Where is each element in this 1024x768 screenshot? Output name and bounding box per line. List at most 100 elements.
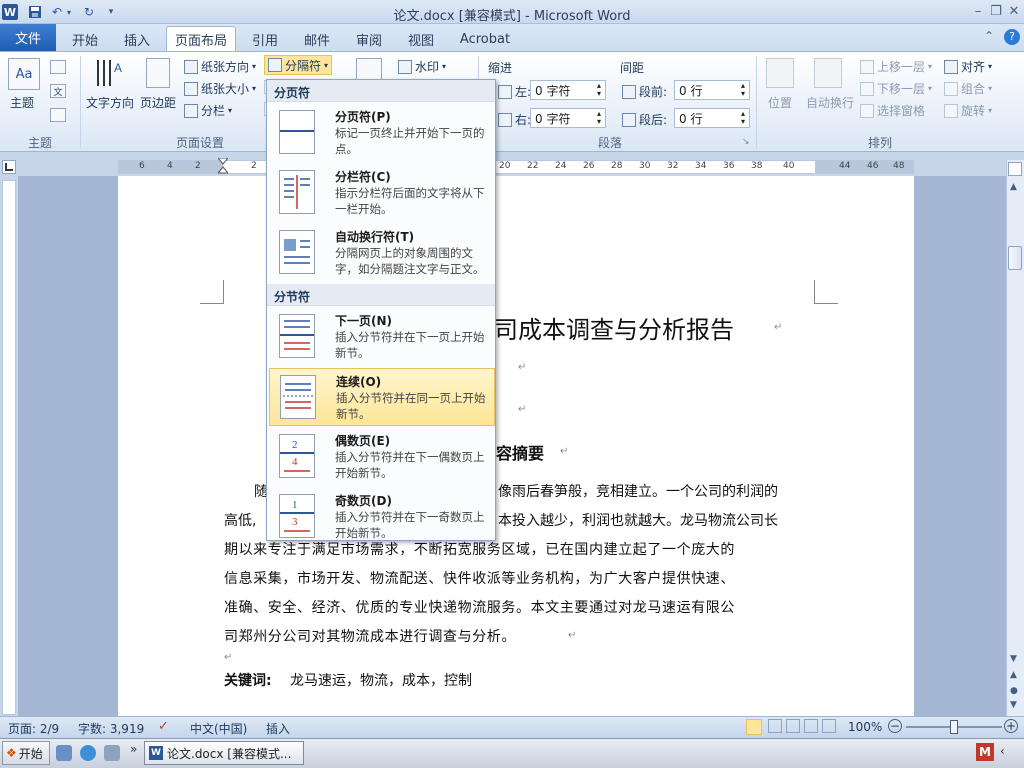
- send-backward-button[interactable]: 下移一层 ▾: [860, 80, 932, 97]
- insert-mode-indicator[interactable]: 插入: [266, 720, 290, 737]
- spinner-icon[interactable]: ▴ ▾: [741, 82, 745, 98]
- menu-item-text-wrapping-break[interactable]: 自动换行符(T) 分隔网页上的对象周围的文字，如分隔题注文字与正文。: [269, 224, 495, 282]
- help-icon[interactable]: ?: [1004, 29, 1020, 45]
- indent-marker-icon[interactable]: [216, 157, 230, 176]
- wrap-text-button[interactable]: 自动换行: [806, 94, 854, 111]
- text-direction-button[interactable]: 文字方向: [86, 94, 134, 111]
- group-objects-button[interactable]: 组合 ▾: [944, 80, 992, 97]
- tab-file[interactable]: 文件: [0, 24, 56, 51]
- language-indicator[interactable]: 中文(中国): [190, 720, 247, 737]
- position-icon[interactable]: [766, 58, 794, 88]
- keywords-label[interactable]: 关键词:: [224, 670, 272, 690]
- menu-item-next-page[interactable]: 下一页(N) 插入分节符并在下一页上开始新节。: [269, 308, 495, 366]
- abstract-text-line[interactable]: 司郑州分公司对其物流成本进行调查与分析。: [224, 626, 516, 646]
- breaks-button[interactable]: 分隔符 ▾: [264, 55, 333, 75]
- rotate-button[interactable]: 旋转 ▾: [944, 102, 992, 119]
- zoom-level[interactable]: 100%: [848, 720, 882, 734]
- wrap-text-icon[interactable]: [814, 58, 842, 88]
- menu-item-continuous[interactable]: 连续(O) 插入分节符并在同一页上开始新节。: [269, 368, 495, 426]
- tab-insert[interactable]: 插入: [114, 28, 160, 50]
- word-count[interactable]: 字数: 3,919: [78, 720, 144, 737]
- chevron-right-icon[interactable]: »: [130, 742, 137, 756]
- restore-icon[interactable]: ❐: [986, 2, 1006, 20]
- horizontal-ruler[interactable]: 6 4 2 2 20 22 24 26 28 30 32 34 36 38 40…: [118, 160, 914, 174]
- vertical-scrollbar[interactable]: [1006, 160, 1024, 716]
- margins-button[interactable]: 页边距: [140, 94, 176, 111]
- proofing-icon[interactable]: ✓: [158, 719, 169, 734]
- watermark-button[interactable]: 水印 ▾: [398, 58, 446, 75]
- menu-item-column-break[interactable]: 分栏符(C) 指示分栏符后面的文字将从下一栏开始。: [269, 164, 495, 222]
- full-screen-reading-view-icon[interactable]: [768, 719, 782, 733]
- tab-references[interactable]: 引用: [244, 28, 286, 50]
- abstract-text-fragment[interactable]: 像雨后春笋般，竞相建立。一个公司的利润的: [498, 481, 778, 501]
- abstract-text-line[interactable]: 准确、安全、经济、优质的专业快递物流服务。本文主要通过对龙马速运有限公: [224, 597, 735, 617]
- margins-icon[interactable]: [146, 58, 170, 88]
- zoom-slider-thumb[interactable]: [950, 720, 958, 734]
- themes-icon[interactable]: Aa: [8, 58, 40, 90]
- position-button[interactable]: 位置: [768, 94, 792, 111]
- bring-forward-button[interactable]: 上移一层 ▾: [860, 58, 932, 75]
- draft-view-icon[interactable]: [822, 719, 836, 733]
- zoom-in-icon[interactable]: +: [1004, 719, 1018, 733]
- browser-icon[interactable]: [80, 745, 96, 761]
- tab-page-layout[interactable]: 页面布局: [166, 26, 236, 52]
- print-layout-view-icon[interactable]: [746, 719, 762, 735]
- browse-object-icon[interactable]: ●: [1010, 686, 1018, 696]
- menu-item-page-break[interactable]: 分页符(P) 标记一页终止并开始下一页的点。: [269, 104, 495, 162]
- spinner-icon[interactable]: ▴ ▾: [597, 110, 601, 126]
- document-title[interactable]: 司成本调查与分析报告: [494, 310, 734, 345]
- selection-pane-button[interactable]: 选择窗格: [860, 102, 925, 119]
- scroll-up-icon[interactable]: ▲: [1010, 182, 1017, 192]
- show-desktop-icon[interactable]: [104, 745, 120, 761]
- indent-left-field[interactable]: 0 字符 ▴ ▾: [530, 80, 606, 100]
- scroll-down-icon[interactable]: ▼: [1010, 654, 1017, 664]
- orientation-button[interactable]: 纸张方向 ▾: [184, 58, 256, 75]
- text-direction-icon[interactable]: A: [94, 58, 126, 88]
- spinner-icon[interactable]: ▴ ▾: [597, 82, 601, 98]
- close-icon[interactable]: ✕: [1004, 2, 1024, 20]
- menu-item-odd-page[interactable]: 13 奇数页(D) 插入分节符并在下一奇数页上开始新节。: [269, 488, 495, 546]
- indent-right-field[interactable]: 0 字符 ▴ ▾: [530, 108, 606, 128]
- abstract-heading[interactable]: 容摘要: [496, 440, 544, 464]
- start-button[interactable]: ❖ 开始: [2, 741, 50, 765]
- web-layout-view-icon[interactable]: [786, 719, 800, 733]
- spacing-before-field[interactable]: 0 行 ▴ ▾: [674, 80, 750, 100]
- tab-review[interactable]: 审阅: [348, 28, 390, 50]
- tab-acrobat[interactable]: Acrobat: [454, 28, 516, 50]
- size-button[interactable]: 纸张大小 ▾: [184, 80, 256, 97]
- tab-home[interactable]: 开始: [62, 28, 108, 50]
- ribbon-minimize-icon[interactable]: ⌃: [984, 29, 994, 43]
- menu-item-even-page[interactable]: 24 偶数页(E) 插入分节符并在下一偶数页上开始新节。: [269, 428, 495, 486]
- zoom-out-icon[interactable]: −: [888, 719, 902, 733]
- spinner-icon[interactable]: ▴ ▾: [741, 110, 745, 126]
- themes-button-label[interactable]: 主题: [10, 94, 34, 111]
- taskbar-word-item[interactable]: W 论文.docx [兼容模式...: [144, 741, 304, 765]
- tray-app-icon[interactable]: M: [976, 743, 994, 761]
- minimize-icon[interactable]: –: [968, 2, 988, 20]
- svg-text:1: 1: [292, 499, 298, 511]
- theme-fonts-icon[interactable]: 文: [50, 84, 66, 98]
- dialog-launcher-icon[interactable]: ↘: [742, 137, 750, 147]
- abstract-text-line[interactable]: 信息采集，市场开发、物流配送、快件收派等业务机构，为广大客户提供快速、: [224, 568, 735, 588]
- vertical-ruler[interactable]: [2, 180, 16, 715]
- columns-button[interactable]: 分栏 ▾: [184, 102, 232, 119]
- theme-effects-icon[interactable]: [50, 108, 66, 122]
- keywords-value[interactable]: 龙马速运，物流，成本，控制: [290, 670, 472, 690]
- quick-launch-icon[interactable]: [56, 745, 72, 761]
- align-button[interactable]: 对齐 ▾: [944, 58, 992, 75]
- tab-selector-icon[interactable]: [2, 160, 16, 174]
- previous-page-icon[interactable]: ▲: [1010, 670, 1017, 680]
- scroll-thumb[interactable]: [1008, 246, 1022, 270]
- tab-mailings[interactable]: 邮件: [296, 28, 338, 50]
- abstract-text-fragment[interactable]: 本投入越少，利润也就越大。龙马物流公司长: [498, 510, 778, 530]
- next-page-icon[interactable]: ▼: [1010, 700, 1017, 710]
- spacing-after-field[interactable]: 0 行 ▴ ▾: [674, 108, 750, 128]
- tab-view[interactable]: 视图: [400, 28, 442, 50]
- tray-chevron-icon[interactable]: ‹: [1000, 744, 1005, 758]
- page-count[interactable]: 页面: 2/9: [8, 720, 59, 737]
- theme-colors-icon[interactable]: [50, 60, 66, 74]
- outline-view-icon[interactable]: [804, 719, 818, 733]
- abstract-text-fragment[interactable]: 高低,: [224, 510, 256, 530]
- ruler-toggle-icon[interactable]: [1008, 162, 1022, 176]
- paragraph-mark-icon: ↵: [224, 652, 233, 663]
